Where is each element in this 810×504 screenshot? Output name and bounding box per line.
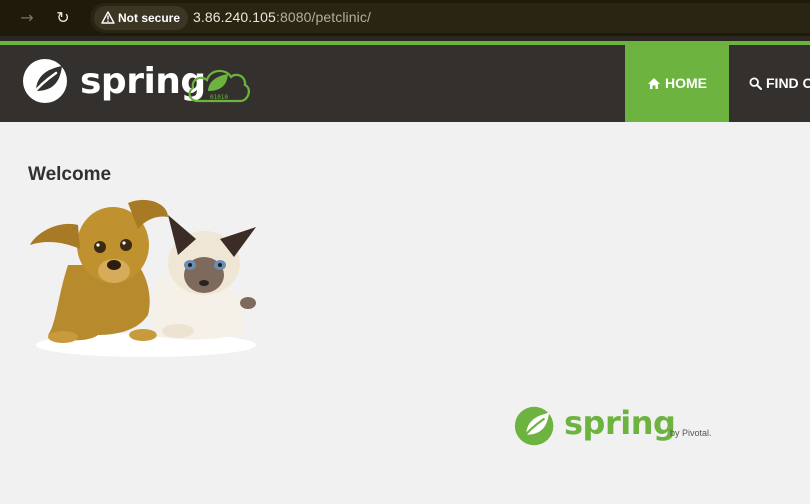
warning-icon — [101, 11, 115, 24]
back-arrow-icon[interactable]: → — [17, 8, 37, 28]
url-text[interactable]: 3.86.240.105:8080/petclinic/ — [193, 9, 371, 25]
nav-find-owners[interactable]: FIND O — [749, 45, 810, 122]
url-host: 3.86.240.105 — [193, 9, 276, 25]
nav-home[interactable]: HOME — [625, 45, 729, 122]
footer-brand-name: spring — [564, 404, 676, 442]
home-icon — [648, 78, 660, 89]
url-path: :8080/petclinic/ — [275, 9, 371, 25]
app-header: spring 01010 HOME FIND O — [0, 45, 810, 122]
footer-spring-leaf-icon — [514, 406, 554, 446]
pets-image — [30, 199, 256, 357]
page-title: Welcome — [28, 164, 112, 185]
nav-find-label: FIND O — [766, 75, 810, 91]
footer-spring-logo[interactable]: spring by Pivotal. — [514, 404, 714, 448]
search-icon — [749, 77, 762, 90]
security-chip[interactable]: Not secure — [94, 6, 189, 30]
cloud-leaf-icon: 01010 — [188, 69, 250, 103]
security-label: Not secure — [118, 11, 181, 25]
spring-leaf-icon — [23, 59, 67, 103]
cloud-badge-text: 01010 — [210, 94, 228, 101]
nav-home-label: HOME — [665, 75, 707, 91]
footer-by-pivotal: by Pivotal. — [670, 428, 712, 438]
reload-icon[interactable]: ↻ — [53, 8, 73, 28]
